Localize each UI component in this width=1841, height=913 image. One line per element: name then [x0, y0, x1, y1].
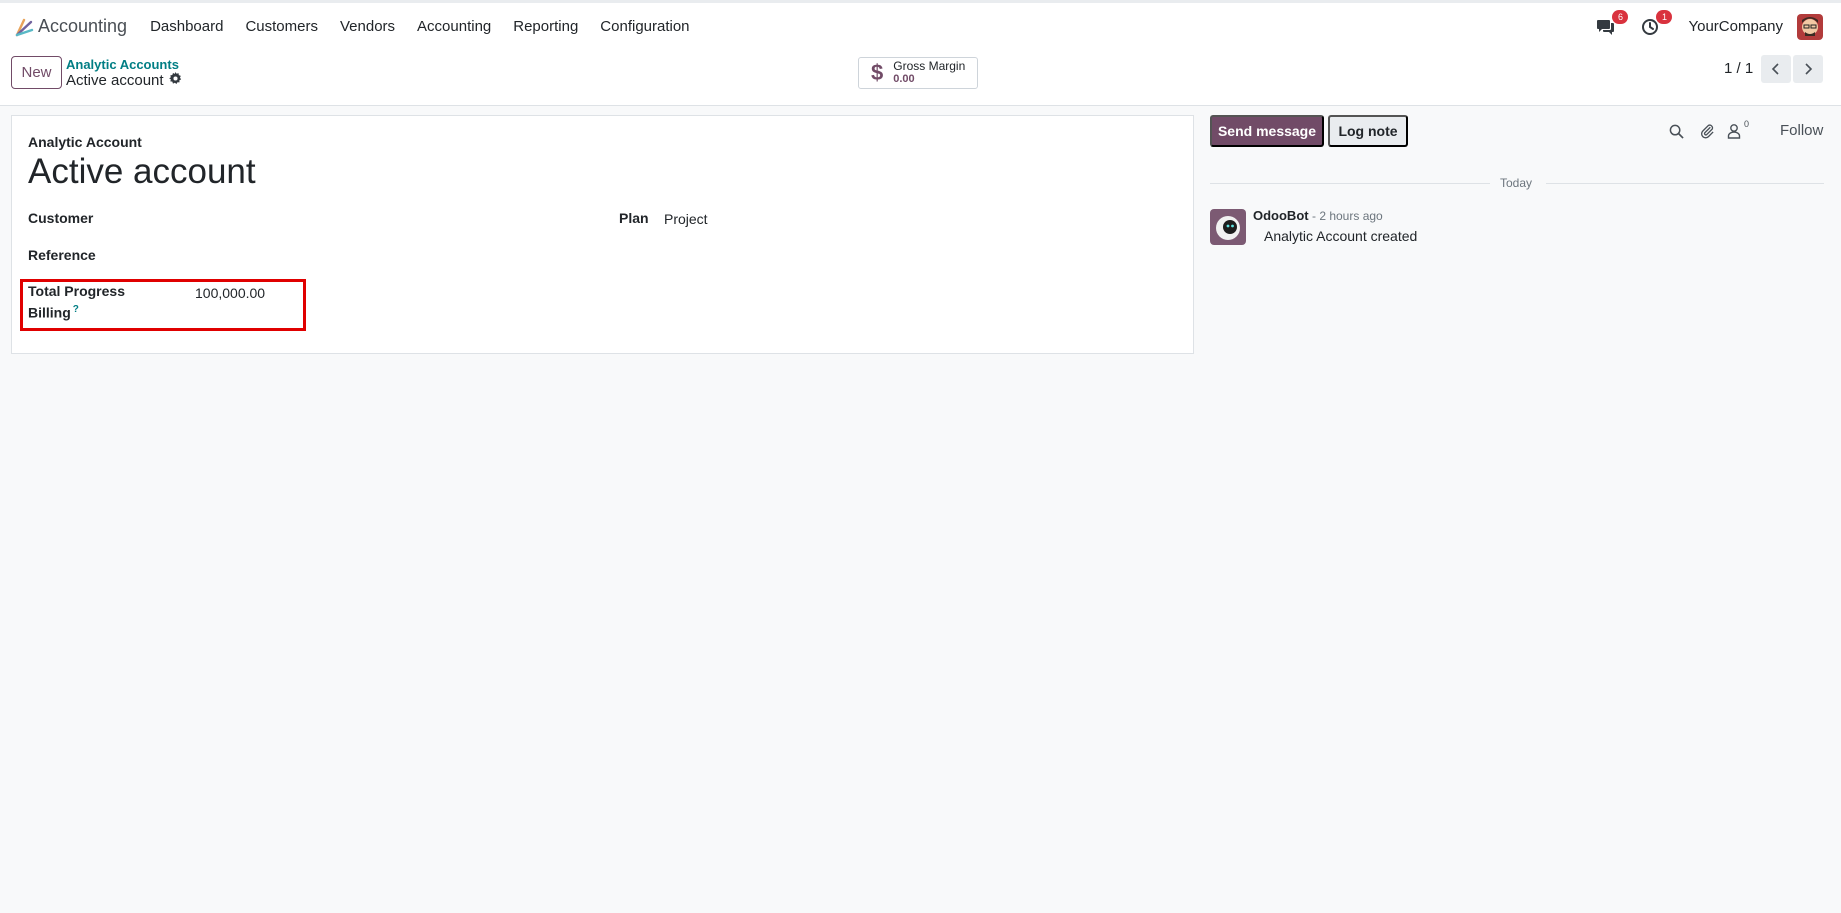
breadcrumb-current-label: Active account: [66, 72, 164, 89]
message-body: Analytic Account created: [1264, 228, 1418, 244]
send-message-button[interactable]: Send message: [1210, 115, 1324, 147]
paperclip-icon[interactable]: [1697, 120, 1717, 142]
new-button[interactable]: New: [11, 56, 62, 89]
form-sheet: Analytic Account Active account Customer…: [11, 115, 1194, 354]
stat-label: Gross Margin: [893, 59, 966, 73]
pager-next-button[interactable]: [1793, 55, 1823, 83]
breadcrumb-current: Active account: [66, 72, 182, 89]
record-title[interactable]: Active account: [28, 152, 256, 192]
log-note-button[interactable]: Log note: [1328, 115, 1408, 147]
highlight-box: [20, 279, 306, 331]
pager-previous-button[interactable]: [1761, 55, 1791, 83]
menu-reporting[interactable]: Reporting: [502, 18, 589, 35]
stat-text: Gross Margin 0.00: [893, 60, 965, 86]
pager-value[interactable]: 1 / 1: [1724, 60, 1753, 77]
breadcrumb-analytic-accounts[interactable]: Analytic Accounts: [66, 57, 179, 72]
menu-configuration[interactable]: Configuration: [589, 18, 700, 35]
menu-accounting[interactable]: Accounting: [406, 18, 502, 35]
navbar-right: 6 1 YourCompany: [1594, 3, 1823, 50]
reference-label: Reference: [28, 247, 96, 263]
plan-field[interactable]: Project: [664, 211, 708, 227]
menu-vendors[interactable]: Vendors: [329, 18, 406, 35]
control-panel: New Analytic Accounts Active account $ G…: [0, 50, 1841, 106]
app-name: Accounting: [38, 16, 128, 36]
odoobot-avatar[interactable]: [1210, 209, 1246, 245]
gross-margin-button[interactable]: $ Gross Margin 0.00: [858, 57, 978, 89]
customer-label: Customer: [28, 210, 94, 226]
user-avatar[interactable]: [1797, 13, 1823, 40]
date-separator-line-left: [1210, 183, 1490, 184]
messages-badge: 6: [1612, 9, 1629, 24]
menu-customers[interactable]: Customers: [234, 18, 329, 35]
messages-icon[interactable]: 6: [1594, 9, 1629, 39]
date-separator: Today: [1500, 176, 1533, 190]
odoo-logo-icon: [14, 17, 34, 37]
follow-button[interactable]: Follow: [1780, 122, 1823, 139]
followers-user-icon[interactable]: [1724, 120, 1744, 142]
app-brand[interactable]: Accounting: [14, 16, 127, 37]
main-menu: Dashboard Customers Vendors Accounting R…: [139, 18, 700, 35]
search-icon[interactable]: [1666, 120, 1686, 142]
followers-count: 0: [1744, 119, 1750, 129]
stat-value: 0.00: [893, 73, 915, 85]
menu-dashboard[interactable]: Dashboard: [139, 18, 234, 35]
activities-clock-icon[interactable]: 1: [1638, 9, 1673, 39]
gear-icon[interactable]: [168, 72, 182, 89]
activities-badge: 1: [1656, 9, 1673, 24]
message-author[interactable]: OdooBot: [1253, 208, 1309, 223]
dollar-icon: $: [871, 60, 884, 85]
chevron-right-icon: [1805, 63, 1813, 75]
date-separator-line-right: [1546, 183, 1824, 184]
company-switcher[interactable]: YourCompany: [1688, 18, 1783, 35]
record-type-caption: Analytic Account: [28, 134, 142, 150]
message-time: - 2 hours ago: [1312, 209, 1383, 223]
chevron-left-icon: [1771, 63, 1779, 75]
top-navbar: Accounting Dashboard Customers Vendors A…: [0, 0, 1841, 50]
plan-label: Plan: [619, 210, 649, 226]
